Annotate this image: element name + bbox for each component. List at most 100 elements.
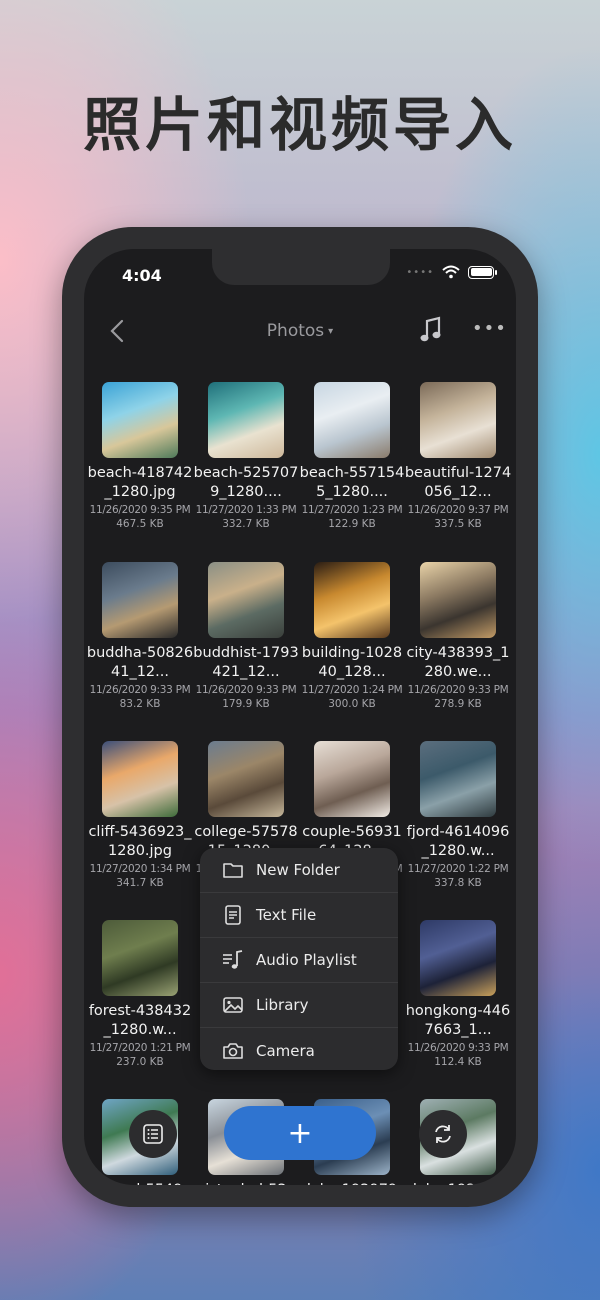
file-date: 11/26/2020 9:37 PM [407,504,509,516]
menu-label: New Folder [256,861,340,879]
phone-notch [212,249,390,285]
phone-frame: 4:04 •••• Photos ▾ ••• beach-418742_1280… [62,227,538,1207]
menu-item-audio-playlist[interactable]: Audio Playlist [200,938,398,983]
file-size: 179.9 KB [222,698,270,710]
file-name: building-102840_128... [301,645,403,680]
more-options-icon[interactable]: ••• [472,315,506,345]
file-thumbnail [420,741,496,817]
file-name: buddha-5082641_12... [86,645,194,680]
menu-item-text-file[interactable]: Text File [200,893,398,938]
battery-icon [468,265,497,279]
grid-row: beach-418742_1280.jpg 11/26/2020 9:35 PM 4… [84,382,516,552]
add-button[interactable]: + [224,1106,376,1160]
menu-label: Audio Playlist [256,951,357,969]
folder-icon [223,863,243,878]
file-date: 11/26/2020 9:33 PM [195,684,297,696]
file-date: 11/27/2020 1:21 PM [89,1042,191,1054]
file-item[interactable]: fjord-4614096_1280.w... 11/27/2020 1:22 P… [404,741,512,889]
file-size: 332.7 KB [222,518,270,530]
file-name: beautiful-1274056_12... [404,465,512,500]
file-name: beach-5257079_1280.... [193,465,299,500]
menu-item-camera[interactable]: Camera [200,1028,398,1073]
menu-label: Text File [256,906,317,924]
file-date: 11/27/2020 1:22 PM [407,863,509,875]
file-size: 237.0 KB [116,1056,164,1068]
file-thumbnail [314,741,390,817]
file-name: istanbul-52 [192,1181,300,1185]
file-date: 11/27/2020 1:34 PM [89,863,191,875]
file-item[interactable]: city-438393_1280.we... 11/26/2020 9:33 PM… [404,562,512,710]
file-thumbnail [102,920,178,996]
file-name: lake-192979 [298,1181,406,1185]
nav-title-text: Photos [266,321,325,341]
list-icon [143,1124,163,1144]
status-icons: •••• [406,265,497,279]
file-item[interactable]: beautiful-1274056_12... 11/26/2020 9:37 P… [404,382,512,530]
file-size: 83.2 KB [119,698,161,710]
file-date: 11/26/2020 9:35 PM [89,504,191,516]
file-item[interactable]: beach-5257079_1280.... 11/27/2020 1:33 PM… [192,382,300,530]
file-thumbnail [420,562,496,638]
file-size: 112.4 KB [434,1056,482,1068]
file-thumbnail [208,741,284,817]
file-name: city-438393_1280.we... [406,645,510,680]
file-date: 11/27/2020 1:33 PM [195,504,297,516]
music-note-icon[interactable] [418,315,444,345]
sync-icon [435,1125,451,1143]
caret-down-icon: ▾ [328,326,334,337]
file-name: hongkong-4467663_1... [405,1003,511,1038]
file-name: island-5549 [86,1181,194,1185]
wifi-icon [442,265,460,279]
file-item[interactable]: building-102840_128... 11/27/2020 1:24 PM… [298,562,406,710]
file-name: cliff-5436923_1280.jpg [88,824,192,859]
file-thumbnail [102,741,178,817]
file-name: forest-438432_1280.w... [88,1003,192,1038]
file-thumbnail [420,382,496,458]
photo-library-icon [223,997,243,1013]
list-view-button[interactable] [129,1110,177,1158]
file-size: 300.0 KB [328,698,376,710]
file-size: 122.9 KB [328,518,376,530]
sync-button[interactable] [419,1110,467,1158]
audio-playlist-icon [223,950,243,969]
file-size: 278.9 KB [434,698,482,710]
file-size: 467.5 KB [116,518,164,530]
file-date: 11/27/2020 1:24 PM [301,684,403,696]
file-size: 337.5 KB [434,518,482,530]
file-size: 341.7 KB [116,877,164,889]
status-time: 4:04 [122,266,162,285]
promo-headline: 照片和视频导入 [82,91,517,159]
file-thumbnail [102,562,178,638]
file-item[interactable]: buddha-5082641_12... 11/26/2020 9:33 PM 83… [86,562,194,710]
file-item[interactable]: beach-5571545_1280.... 11/27/2020 1:23 PM… [298,382,406,530]
file-thumbnail [208,382,284,458]
text-file-icon [225,905,241,925]
file-date: 11/27/2020 1:23 PM [301,504,403,516]
file-date: 11/26/2020 9:33 PM [407,684,509,696]
file-date: 11/26/2020 9:33 PM [407,1042,509,1054]
file-item[interactable]: forest-438432_1280.w... 11/27/2020 1:21 P… [86,920,194,1068]
file-item[interactable]: beach-418742_1280.jpg 11/26/2020 9:35 PM 4… [86,382,194,530]
folder-title-dropdown[interactable]: Photos ▾ [84,321,516,341]
file-size: 337.8 KB [434,877,482,889]
file-name: lake-192991 [404,1181,512,1185]
add-menu: New Folder Text File Audio Playlist Libr… [200,848,398,1070]
menu-label: Camera [256,1041,315,1060]
camera-icon [223,1042,243,1059]
file-name: buddhist-1793421_12... [193,645,299,680]
file-thumbnail [102,382,178,458]
file-item[interactable]: hongkong-4467663_1... 11/26/2020 9:33 PM 1… [404,920,512,1068]
menu-item-library[interactable]: Library [200,983,398,1028]
signal-dots-icon: •••• [406,266,434,278]
file-item[interactable]: buddhist-1793421_12... 11/26/2020 9:33 PM… [192,562,300,710]
file-thumbnail [314,382,390,458]
file-thumbnail [314,562,390,638]
file-name: fjord-4614096_1280.w... [406,824,510,859]
file-thumbnail [420,920,496,996]
grid-row: buddha-5082641_12... 11/26/2020 9:33 PM 83… [84,562,516,732]
file-thumbnail [208,562,284,638]
menu-item-new-folder[interactable]: New Folder [200,848,398,893]
file-date: 11/26/2020 9:33 PM [89,684,191,696]
menu-label: Library [256,996,309,1014]
file-item[interactable]: cliff-5436923_1280.jpg 11/27/2020 1:34 PM… [86,741,194,889]
